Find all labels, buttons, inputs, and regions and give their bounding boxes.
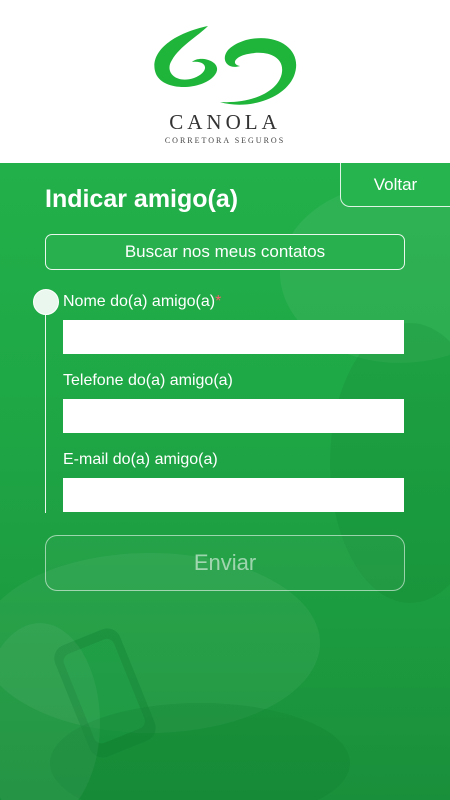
send-button[interactable]: Enviar xyxy=(45,535,405,591)
name-label-text: Nome do(a) amigo(a) xyxy=(63,293,216,310)
search-contacts-button[interactable]: Buscar nos meus contatos xyxy=(45,234,405,270)
app-header: CANOLA CORRETORA SEGUROS xyxy=(0,0,450,163)
step-indicator-dot xyxy=(33,289,59,315)
email-field-label: E-mail do(a) amigo(a) xyxy=(63,451,218,468)
canola-swoosh-icon xyxy=(154,26,297,105)
name-field-label: Nome do(a) amigo(a)* xyxy=(63,293,221,311)
page-title: Indicar amigo(a) xyxy=(45,185,239,213)
back-button[interactable]: Voltar xyxy=(340,163,450,207)
main-panel: Voltar Indicar amigo(a) Buscar nos meus … xyxy=(0,163,450,800)
required-asterisk: * xyxy=(215,293,222,310)
step-indicator-line xyxy=(45,301,46,513)
friend-phone-input[interactable] xyxy=(63,399,404,433)
brand-name: CANOLA xyxy=(169,110,281,134)
friend-email-input[interactable] xyxy=(63,478,404,512)
friend-name-input[interactable] xyxy=(63,320,404,354)
phone-field-label: Telefone do(a) amigo(a) xyxy=(63,372,233,389)
brand-subtitle: CORRETORA SEGUROS xyxy=(164,136,286,145)
